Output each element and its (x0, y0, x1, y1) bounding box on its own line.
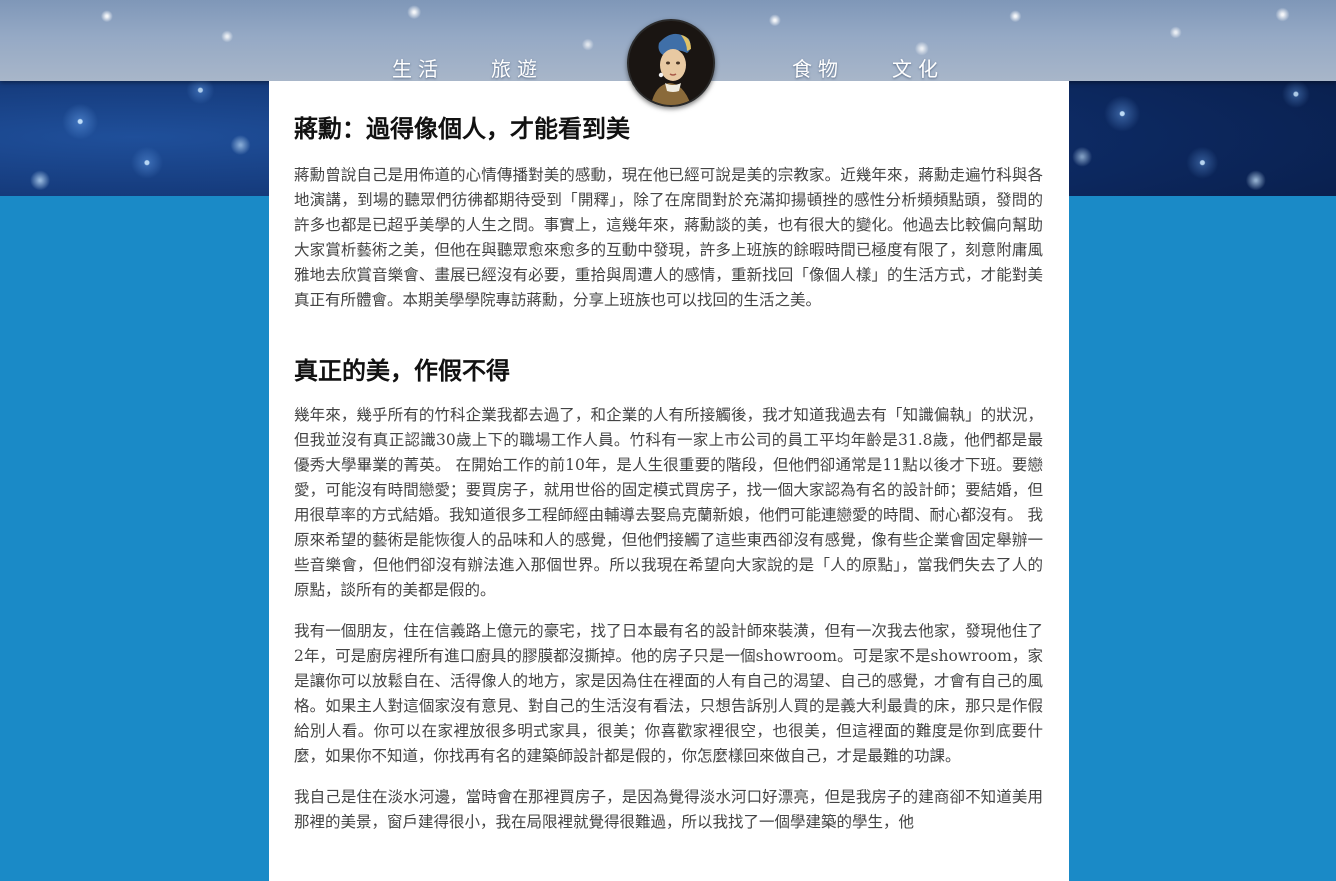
pearl-earring-portrait-icon[interactable] (627, 19, 715, 107)
nav-item-life[interactable]: 生活 (392, 53, 444, 82)
nav-item-culture[interactable]: 文化 (892, 53, 944, 82)
nav-item-travel[interactable]: 旅遊 (491, 53, 543, 82)
section-title: 真正的美，作假不得 (294, 357, 510, 385)
article-title: 蔣勳：過得像個人，才能看到美 (294, 115, 630, 143)
nav-item-food[interactable]: 食物 (792, 53, 844, 82)
article-intro: 蔣勳曾說自己是用佈道的心情傳播對美的感動，現在他已經可說是美的宗教家。近幾年來，… (294, 166, 1043, 309)
article-content-panel: 蔣勳：過得像個人，才能看到美 蔣勳曾說自己是用佈道的心情傳播對美的感動，現在他已… (269, 81, 1069, 881)
article-paragraph: 我有一個朋友，住在信義路上億元的豪宅，找了日本最有名的設計師來裝潢，但有一次我去… (294, 622, 1043, 765)
article-paragraph: 我自己是住在淡水河邊，當時會在那裡買房子，是因為覺得淡水河口好漂亮，但是我房子的… (294, 788, 1043, 831)
article-paragraph: 幾年來，幾乎所有的竹科企業我都去過了，和企業的人有所接觸後，我才知道我過去有「知… (294, 406, 1043, 599)
logo-portrait-graphic (629, 21, 713, 105)
